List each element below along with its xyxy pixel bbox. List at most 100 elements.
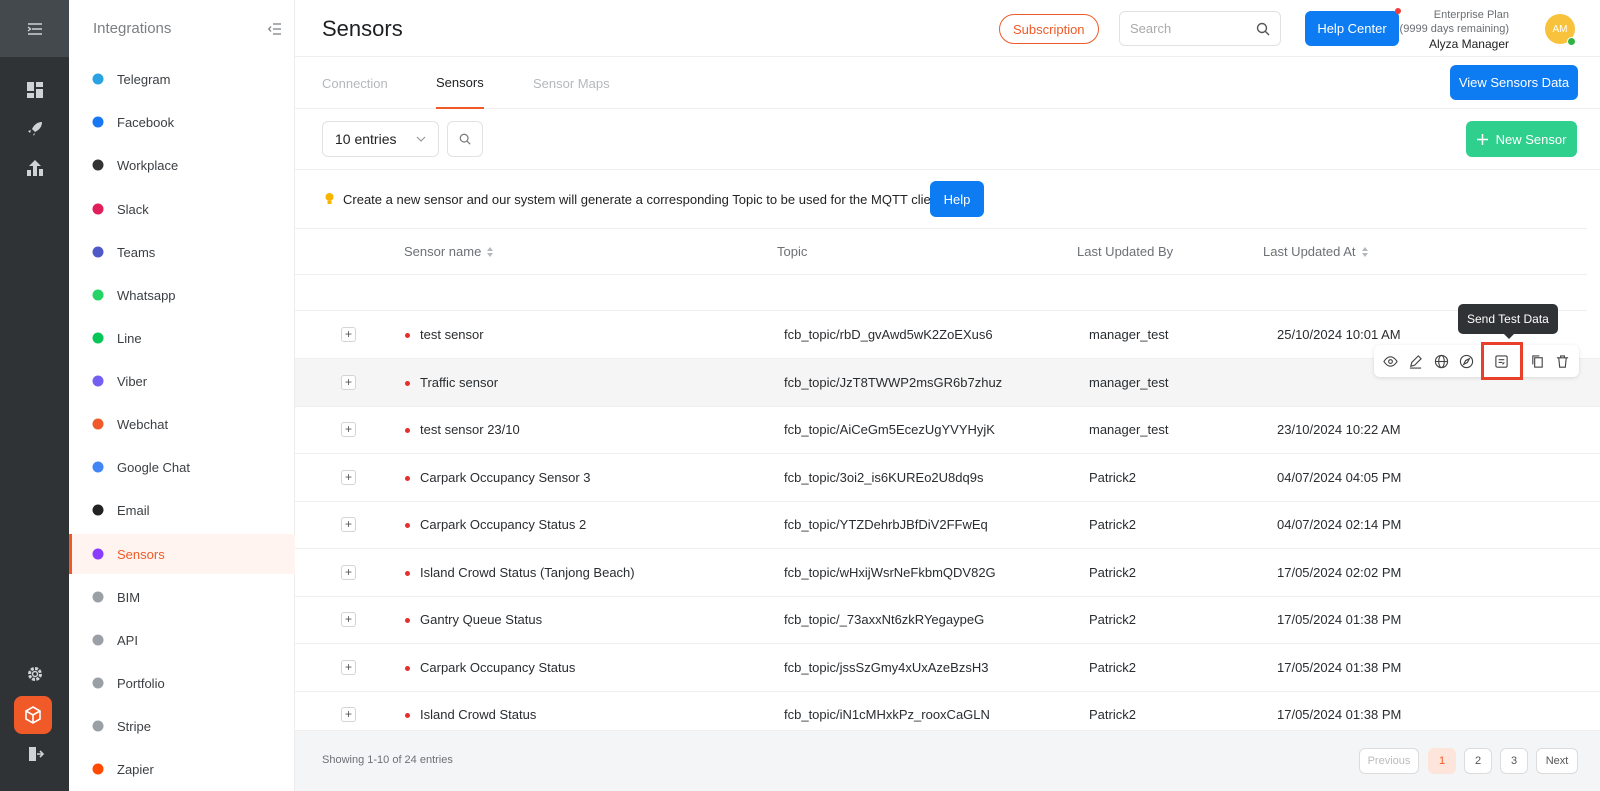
sidebar-item-viber[interactable]: Viber xyxy=(69,361,295,401)
help-button[interactable]: Help xyxy=(930,181,984,217)
sidebar-item-label: Facebook xyxy=(117,114,175,130)
sensor-name: test sensor 23/10 xyxy=(420,422,520,437)
sidebar-item-whatsapp[interactable]: Whatsapp xyxy=(69,275,295,315)
last-updated-at: 25/10/2024 10:01 AM xyxy=(1277,327,1401,342)
delete-action[interactable] xyxy=(1551,350,1573,372)
next-page-button[interactable]: Next xyxy=(1536,748,1578,774)
expand-menu-button[interactable] xyxy=(0,0,69,57)
menu-expand-icon xyxy=(27,22,42,35)
new-sensor-button[interactable]: New Sensor xyxy=(1466,121,1577,157)
sidebar-item-webchat[interactable]: Webchat xyxy=(69,404,295,444)
send-test-data-action[interactable] xyxy=(1480,342,1523,380)
sensor-name: Gantry Queue Status xyxy=(420,612,543,627)
sidebar-item-stripe[interactable]: Stripe xyxy=(69,706,295,746)
page-2-button[interactable]: 2 xyxy=(1464,748,1492,774)
expand-row-button[interactable]: + xyxy=(341,422,356,437)
collapse-sidebar-icon[interactable] xyxy=(268,22,282,35)
line-icon xyxy=(91,331,105,345)
entries-select[interactable]: 10 entries xyxy=(322,121,439,157)
sensor-name: Carpark Occupancy Sensor 3 xyxy=(420,470,591,485)
tab-sensors[interactable]: Sensors xyxy=(436,57,484,109)
last-updated-by: Patrick2 xyxy=(1089,612,1136,627)
status-dot xyxy=(405,476,410,481)
logout-button[interactable] xyxy=(0,734,69,774)
last-updated-at: 17/05/2024 01:38 PM xyxy=(1277,660,1402,675)
sidebar-item-portfolio[interactable]: Portfolio xyxy=(69,663,295,703)
analytics-button[interactable] xyxy=(0,148,69,188)
table-row[interactable]: + Carpark Occupancy Status fcb_topic/jssSz… xyxy=(295,644,1600,692)
viber-icon xyxy=(91,374,105,388)
column-label: Sensor name xyxy=(404,244,482,259)
expand-row-button[interactable]: + xyxy=(341,707,356,722)
sidebar-item-google-chat[interactable]: Google Chat xyxy=(69,447,295,487)
sidebar-item-api[interactable]: API xyxy=(69,620,295,660)
page-title: Sensors xyxy=(322,16,403,41)
table-row[interactable]: + test sensor 23/10 fcb_topic/AiCeGm5EcezU… xyxy=(295,406,1600,454)
page-3-button[interactable]: 3 xyxy=(1500,748,1528,774)
expand-row-button[interactable]: + xyxy=(341,565,356,580)
sidebar-item-label: Google Chat xyxy=(117,459,190,475)
expand-row-button[interactable]: + xyxy=(341,375,356,390)
campaigns-button[interactable] xyxy=(0,109,69,149)
expand-row-button[interactable]: + xyxy=(341,660,356,675)
search-input[interactable]: Search xyxy=(1119,11,1281,46)
bim-icon xyxy=(91,590,105,604)
sidebar-item-bim[interactable]: BIM xyxy=(69,577,295,617)
sidebar-item-line[interactable]: Line xyxy=(69,318,295,358)
help-center-button[interactable]: Help Center xyxy=(1305,11,1399,46)
sidebar-item-teams[interactable]: Teams xyxy=(69,232,295,272)
globe-action[interactable] xyxy=(1430,350,1452,372)
column-label: Last Updated At xyxy=(1263,244,1356,259)
app-rail xyxy=(0,0,69,791)
last-updated-at: 23/10/2024 10:22 AM xyxy=(1277,422,1401,437)
expand-row-button[interactable]: + xyxy=(341,612,356,627)
pencil-icon xyxy=(1410,354,1423,369)
integrations-button[interactable] xyxy=(14,696,52,734)
sidebar-item-workplace[interactable]: Workplace xyxy=(69,145,295,185)
sidebar-item-email[interactable]: Email xyxy=(69,490,295,530)
sidebar-item-label: Teams xyxy=(117,244,156,260)
page-1-button[interactable]: 1 xyxy=(1428,748,1456,774)
sidebar-item-telegram[interactable]: Telegram xyxy=(69,59,295,99)
table-row[interactable]: + Island Crowd Status fcb_topic/iN1cMHxkPz… xyxy=(295,691,1600,731)
sidebar-item-slack[interactable]: Slack xyxy=(69,189,295,229)
sidebar-item-facebook[interactable]: Facebook xyxy=(69,102,295,142)
expand-row-button[interactable]: + xyxy=(341,470,356,485)
status-dot xyxy=(405,618,410,623)
expand-row-button[interactable]: + xyxy=(341,517,356,532)
view-action[interactable] xyxy=(1380,350,1402,372)
table-row[interactable]: + Gantry Queue Status fcb_topic/_73axxNt6z… xyxy=(295,596,1600,644)
tab-sensor-maps[interactable]: Sensor Maps xyxy=(533,57,610,109)
copy-icon xyxy=(1531,354,1543,368)
settings-button[interactable] xyxy=(0,654,69,694)
sidebar-item-sensors[interactable]: Sensors xyxy=(69,534,295,574)
view-sensors-data-button[interactable]: View Sensors Data xyxy=(1450,65,1578,100)
last-updated-by: manager_test xyxy=(1089,422,1169,437)
integrations-sidebar: Integrations Telegram Facebook Workplace Sl… xyxy=(69,0,295,791)
table-search-button[interactable] xyxy=(447,121,483,157)
send-test-data-icon xyxy=(1495,354,1508,368)
send-test-data-tooltip: Send Test Data xyxy=(1458,304,1558,339)
column-last-updated-at[interactable]: Last Updated At xyxy=(1263,244,1368,259)
subscription-button[interactable]: Subscription xyxy=(999,14,1099,44)
previous-page-button[interactable]: Previous xyxy=(1359,748,1419,774)
plus-icon xyxy=(1476,133,1488,145)
column-sensor-name[interactable]: Sensor name xyxy=(404,244,494,259)
sensor-topic: fcb_topic/_73axxNt6zkRYegaypeG xyxy=(784,612,985,627)
status-dot xyxy=(405,713,410,718)
sidebar-item-label: Stripe xyxy=(117,718,151,734)
table-row[interactable]: + Island Crowd Status (Tanjong Beach) fcb_… xyxy=(295,549,1600,597)
sidebar-item-label: Zapier xyxy=(117,761,154,777)
chevron-down-icon xyxy=(416,136,426,142)
edit-action[interactable] xyxy=(1405,350,1427,372)
workplace-icon xyxy=(91,158,105,172)
copy-action[interactable] xyxy=(1526,350,1548,372)
compass-action[interactable] xyxy=(1455,350,1477,372)
table-row[interactable]: + Carpark Occupancy Status 2 fcb_topic/YTZ… xyxy=(295,501,1600,549)
plan-name: Enterprise Plan xyxy=(1433,9,1509,21)
expand-row-button[interactable]: + xyxy=(341,327,356,342)
tab-connection[interactable]: Connection xyxy=(322,57,388,109)
table-row[interactable]: + Carpark Occupancy Sensor 3 fcb_topic/3oi… xyxy=(295,454,1600,502)
sidebar-item-zapier[interactable]: Zapier xyxy=(69,749,295,789)
dashboard-button[interactable] xyxy=(0,70,69,110)
